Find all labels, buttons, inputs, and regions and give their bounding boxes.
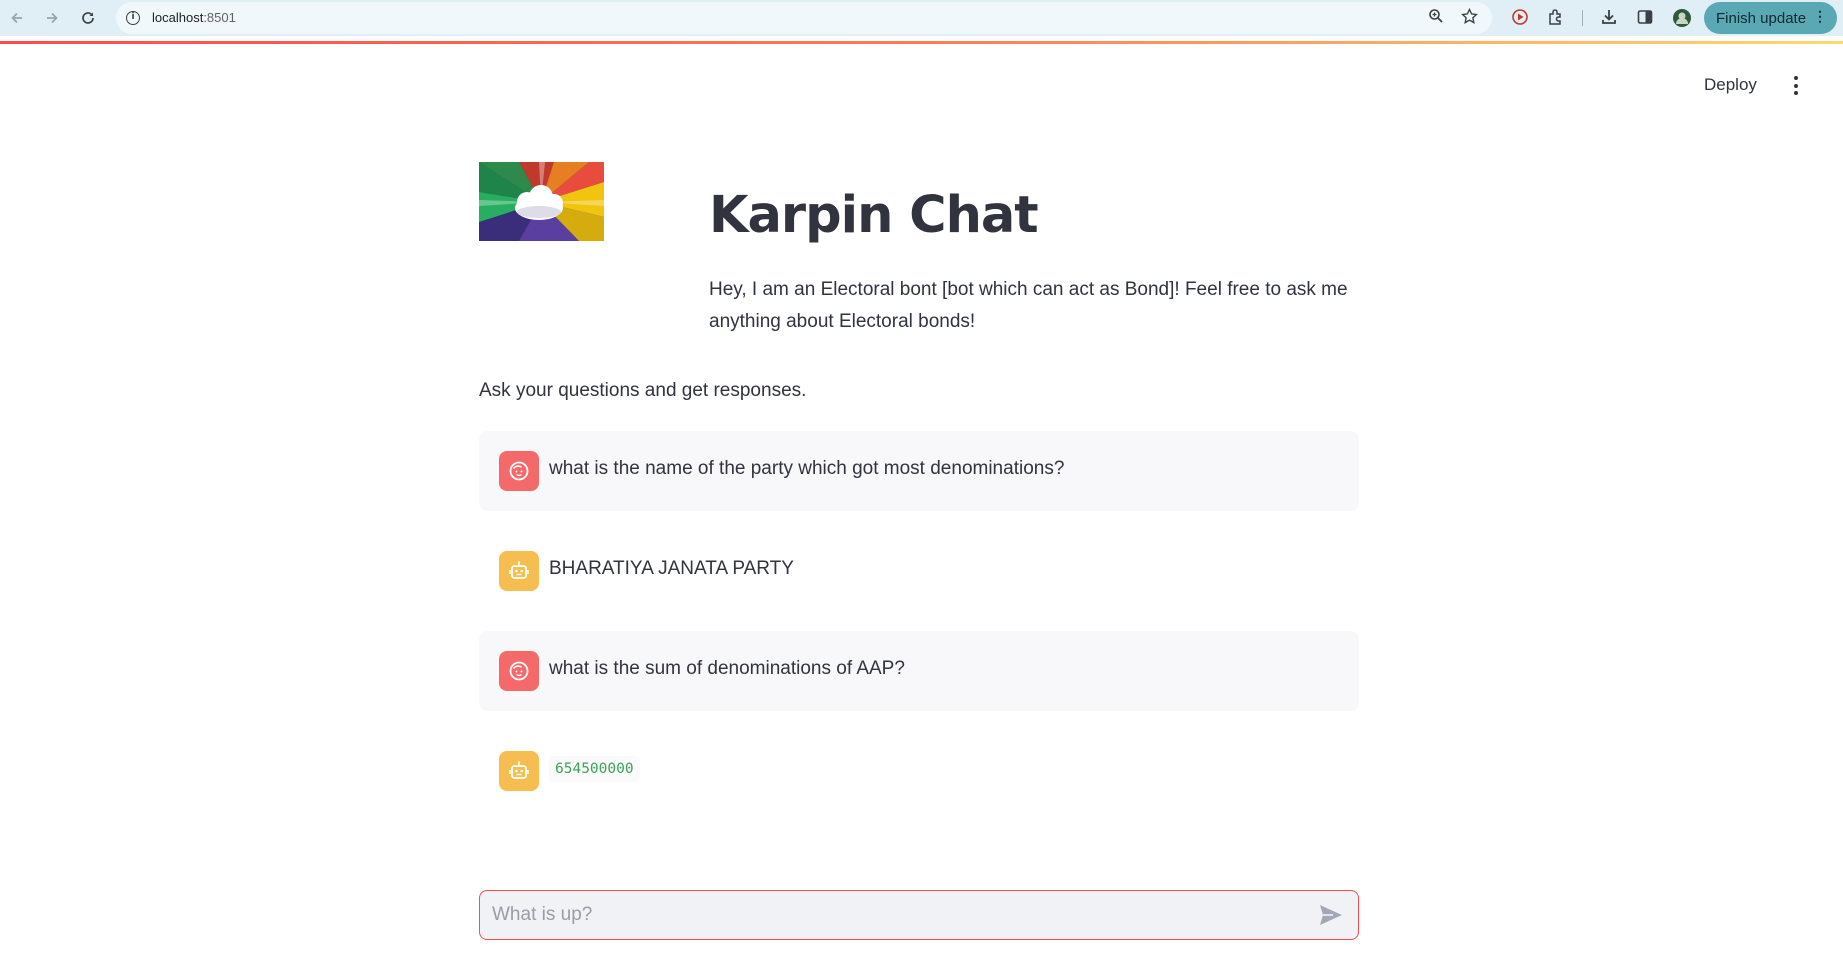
main-menu-icon[interactable] [1789,76,1803,98]
deploy-button[interactable]: Deploy [1698,74,1763,96]
toolbar-divider [1582,10,1583,26]
send-icon[interactable] [1318,903,1344,927]
forward-icon[interactable] [37,3,67,33]
back-icon[interactable] [2,3,32,33]
page-title: Karpin Chat [709,186,1039,245]
instruction-text: Ask your questions and get responses. [479,380,807,401]
record-extension-icon[interactable] [1510,8,1530,28]
site-info-icon[interactable]: i [126,11,140,25]
app-top-decoration [0,41,1843,44]
finish-update-label: Finish update [1716,9,1807,27]
extensions-puzzle-icon[interactable] [1546,8,1566,28]
message-text: what is the name of the party which got … [549,458,1065,479]
download-icon[interactable] [1599,8,1619,28]
chat-input-container [479,890,1359,940]
chat-message-user: what is the name of the party which got … [479,431,1359,511]
user-avatar-icon [499,451,539,491]
bot-avatar-icon [499,751,539,791]
code-value: 654500000 [549,756,640,782]
zoom-icon[interactable] [1426,8,1446,28]
bot-avatar-icon [499,551,539,591]
url-host: localhost [152,10,204,25]
message-text: what is the sum of denominations of AAP? [549,658,905,679]
chat-message-assistant: BHARATIYA JANATA PARTY [479,531,1359,611]
intro-text: Hey, I am an Electoral bont [bot which c… [709,279,1348,332]
url-text: localhost:8501 [152,10,236,25]
finish-update-button[interactable]: Finish update ⋮ [1704,2,1837,34]
side-panel-icon[interactable] [1635,8,1655,28]
app-logo-image [479,162,604,241]
reload-icon[interactable] [73,3,103,33]
message-text: BHARATIYA JANATA PARTY [549,558,794,579]
chat-input[interactable] [490,891,1290,938]
bookmark-star-icon[interactable] [1459,7,1479,28]
url-port: :8501 [203,10,236,25]
browser-menu-icon[interactable]: ⋮ [1813,8,1827,25]
chat-message-user: what is the sum of denominations of AAP? [479,631,1359,711]
browser-toolbar: i localhost:8501 Finish update ⋮ [0,0,1843,36]
chat-message-assistant: 654500000 [479,731,1359,811]
profile-avatar-icon[interactable] [1672,8,1692,28]
user-avatar-icon [499,651,539,691]
address-bar[interactable]: i localhost:8501 [116,2,1492,34]
